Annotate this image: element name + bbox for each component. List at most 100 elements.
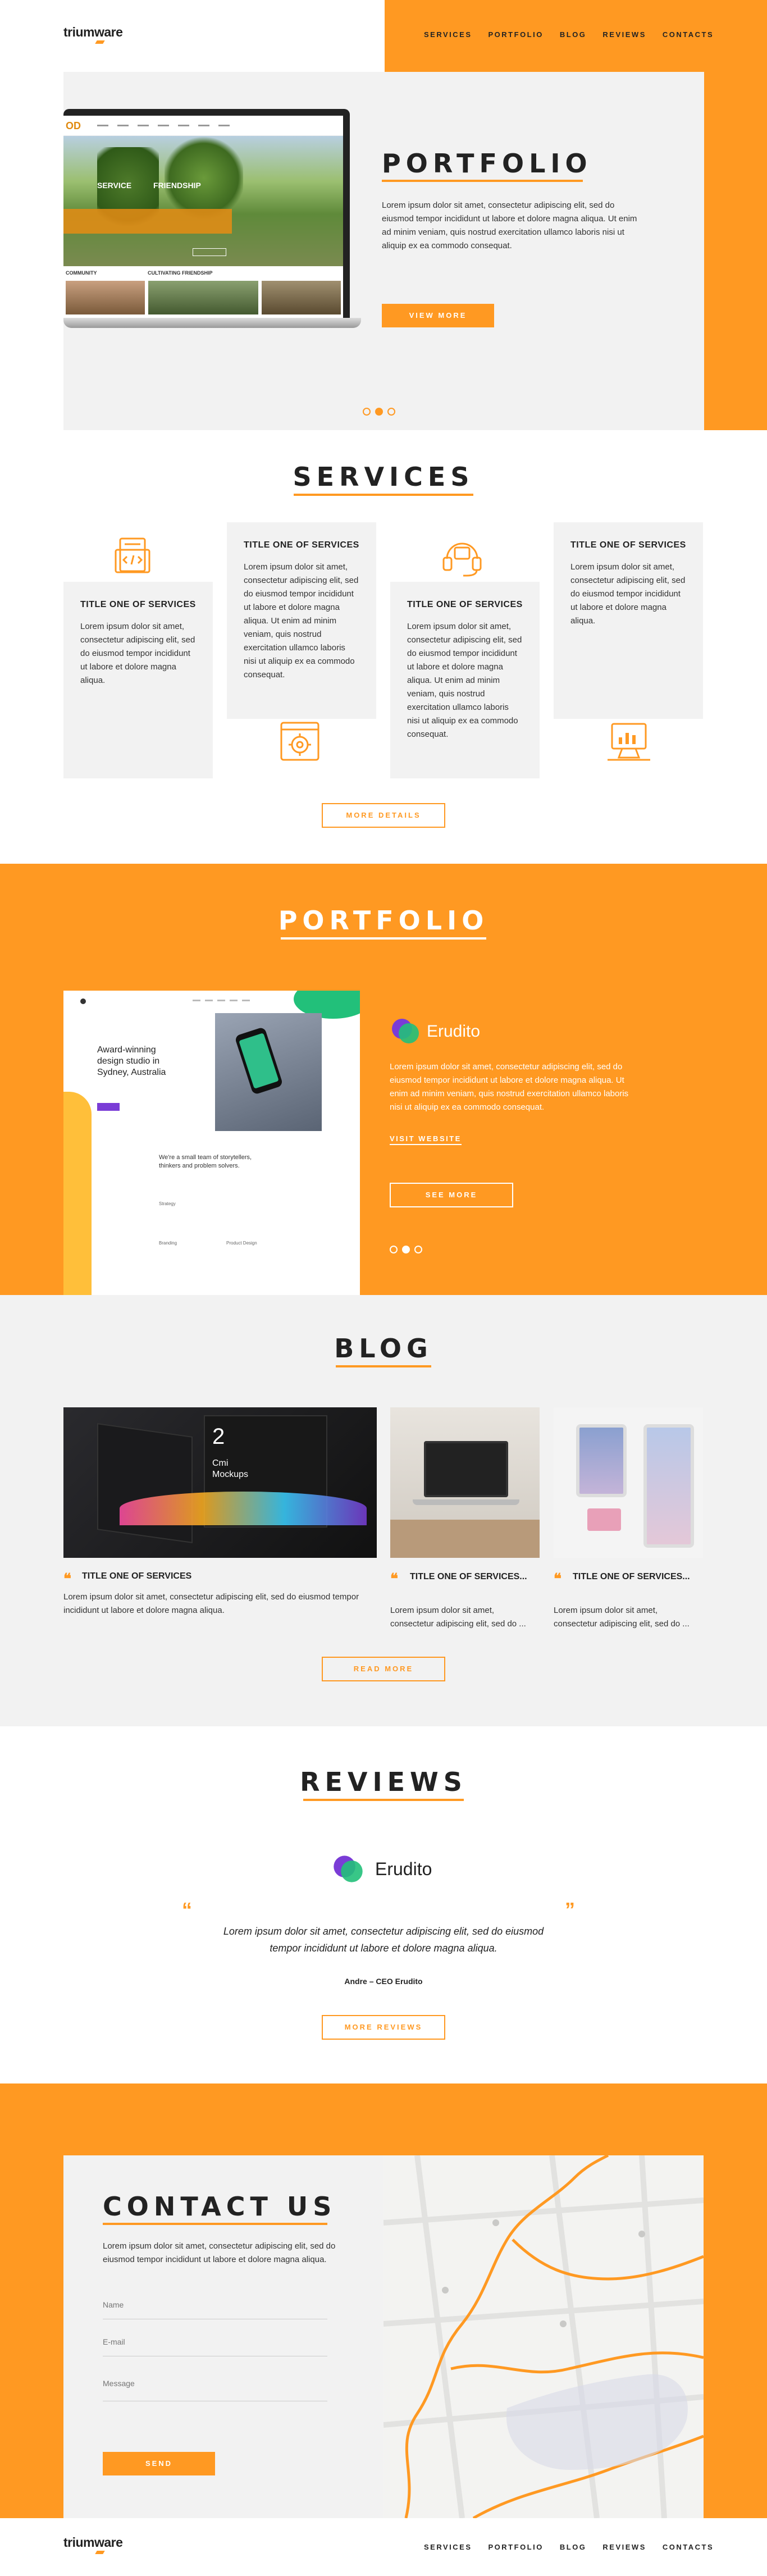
erudito-logo-icon [390,1015,421,1050]
mock-team-text: We're a small team of storytellers, thin… [159,1154,252,1169]
service-card-text: Lorem ipsum dolor sit amet, consectetur … [407,622,522,739]
mock-navbar: OD [63,116,343,136]
services-title: SERVICES [293,462,474,492]
footer-nav: SERVICES PORTFOLIO BLOG REVIEWS CONTACTS [424,2543,714,2551]
quote-open-icon: “ [182,1898,192,1921]
blog-post-text: Lorem ipsum dolor sit amet, consectetur … [554,1606,690,1629]
blog-image-3[interactable] [554,1407,703,1558]
mock-branding: Branding [159,1241,177,1246]
service-card-4[interactable]: TITLE ONE OF SERVICES Lorem ipsum dolor … [554,522,703,719]
footer-nav-contacts[interactable]: CONTACTS [663,2543,714,2551]
send-button[interactable]: SEND [103,2452,215,2475]
service-card-title: TITLE ONE OF SERVICES [570,540,686,550]
blog-post-title[interactable]: TITLE ONE OF SERVICES... [573,1571,702,1583]
hero-panel: OD SERVICE FRIENDSHIP COMMUNITY CULTIVAT… [63,72,704,430]
portfolio-mockup: Award-winning design studio in Sydney, A… [63,991,360,1295]
reviews-title-underline [303,1799,464,1801]
footer-logo-mark-icon [95,2551,105,2554]
footer-nav-reviews[interactable]: REVIEWS [602,2543,646,2551]
footer-logo-text: triumware [63,2535,123,2550]
see-more-button[interactable]: SEE MORE [390,1183,513,1207]
footer-nav-blog[interactable]: BLOG [560,2543,587,2551]
mock-strategy: Strategy [159,1201,176,1206]
blog-title-underline [336,1365,431,1367]
mock-product: Product Design [226,1241,257,1246]
mock-label-community: COMMUNITY [66,270,97,276]
message-field[interactable] [103,2373,327,2401]
read-more-button[interactable]: READ MORE [322,1657,445,1681]
service-card-1[interactable]: TITLE ONE OF SERVICES Lorem ipsum dolor … [63,582,213,778]
contact-title-underline [103,2223,327,2225]
carousel-dot-3[interactable] [414,1246,422,1253]
contact-text: Lorem ipsum dolor sit amet, consectetur … [103,2241,336,2264]
more-reviews-button[interactable]: MORE REVIEWS [322,2015,445,2040]
main-nav: SERVICES PORTFOLIO BLOG REVIEWS CONTACTS [424,30,714,39]
service-card-text: Lorem ipsum dolor sit amet, consectetur … [244,562,359,680]
service-card-2[interactable]: TITLE ONE OF SERVICES Lorem ipsum dolor … [227,522,376,719]
portfolio-title-underline [281,937,486,940]
hero-title: PORTFOLIO [382,148,592,179]
hero-title-underline [382,180,583,182]
footer-logo[interactable]: triumware [63,2535,123,2554]
nav-reviews[interactable]: REVIEWS [602,30,646,39]
code-document-icon [115,536,150,581]
view-more-button[interactable]: VIEW MORE [382,304,494,327]
headset-support-icon [441,536,483,581]
logo[interactable]: triumware [63,25,123,44]
nav-contacts[interactable]: CONTACTS [663,30,714,39]
nav-blog[interactable]: BLOG [560,30,587,39]
service-card-text: Lorem ipsum dolor sit amet, consectetur … [570,562,686,626]
carousel-dot-3[interactable] [387,408,395,416]
more-details-button[interactable]: MORE DETAILS [322,803,445,828]
carousel-dot-1[interactable] [363,408,371,416]
laptop-base [63,318,361,328]
visit-website-link[interactable]: VISIT WEBSITE [390,1134,462,1145]
footer-nav-services[interactable]: SERVICES [424,2543,472,2551]
contact-title: CONTACT US [103,2191,337,2222]
logo-text: triumware [63,25,123,39]
nav-portfolio[interactable]: PORTFOLIO [488,30,544,39]
carousel-dot-1[interactable] [390,1246,398,1253]
blog-post-text: Lorem ipsum dolor sit amet, consectetur … [390,1606,526,1629]
quote-icon: ❝ [63,1570,71,1587]
blog-image-2[interactable] [390,1407,540,1558]
service-card-title: TITLE ONE OF SERVICES [80,600,196,609]
carousel-dot-2[interactable] [402,1246,410,1253]
name-field[interactable] [103,2298,327,2319]
hero-text: Lorem ipsum dolor sit amet, consectetur … [382,200,637,250]
blog-post-text: Lorem ipsum dolor sit amet, consectetur … [63,1592,359,1615]
portfolio-title: PORTFOLIO [278,905,489,936]
nav-services[interactable]: SERVICES [424,30,472,39]
mock-bottom-photos [63,281,343,314]
review-quote: Lorem ipsum dolor sit amet, consectetur … [223,1926,544,1954]
hero-orange-right [704,72,767,430]
quote-icon: ❝ [390,1570,398,1587]
blog-post-title[interactable]: TITLE ONE OF SERVICES [82,1571,191,1581]
service-card-title: TITLE ONE OF SERVICES [244,540,359,550]
portfolio-client-name: Erudito [427,1022,481,1041]
reviews-title: REVIEWS [300,1767,467,1797]
service-card-title: TITLE ONE OF SERVICES [407,600,523,609]
quote-icon: ❝ [554,1570,561,1587]
mock-label-cultivating: CULTIVATING FRIENDSHIP [148,270,213,276]
review-author: Andre – CEO Erudito [344,1977,423,1986]
settings-code-icon [279,721,321,765]
laptop-screen: OD SERVICE FRIENDSHIP COMMUNITY CULTIVAT… [63,109,350,318]
blog-post-title[interactable]: TITLE ONE OF SERVICES... [410,1571,539,1583]
blog-screen-number: 2 [212,1424,225,1449]
reviews-logo-icon [331,1852,365,1889]
email-field[interactable] [103,2335,327,2356]
header: triumware SERVICES PORTFOLIO BLOG REVIEW… [0,0,767,72]
logo-mark-icon [95,40,105,44]
contact-map[interactable] [383,2155,704,2518]
carousel-dot-2[interactable] [375,408,383,416]
services-title-underline [294,494,473,496]
portfolio-carousel-dots [390,1246,427,1256]
footer-nav-portfolio[interactable]: PORTFOLIO [488,2543,544,2551]
laptop-mockup: OD SERVICE FRIENDSHIP COMMUNITY CULTIVAT… [63,109,361,329]
service-card-3[interactable]: TITLE ONE OF SERVICES Lorem ipsum dolor … [390,582,540,778]
blog-image-1[interactable]: 2 Cmi Mockups [63,1407,377,1558]
reviews-client-name: Erudito [375,1859,432,1879]
analytics-monitor-icon [606,721,651,765]
blog-title: BLOG [334,1333,433,1364]
